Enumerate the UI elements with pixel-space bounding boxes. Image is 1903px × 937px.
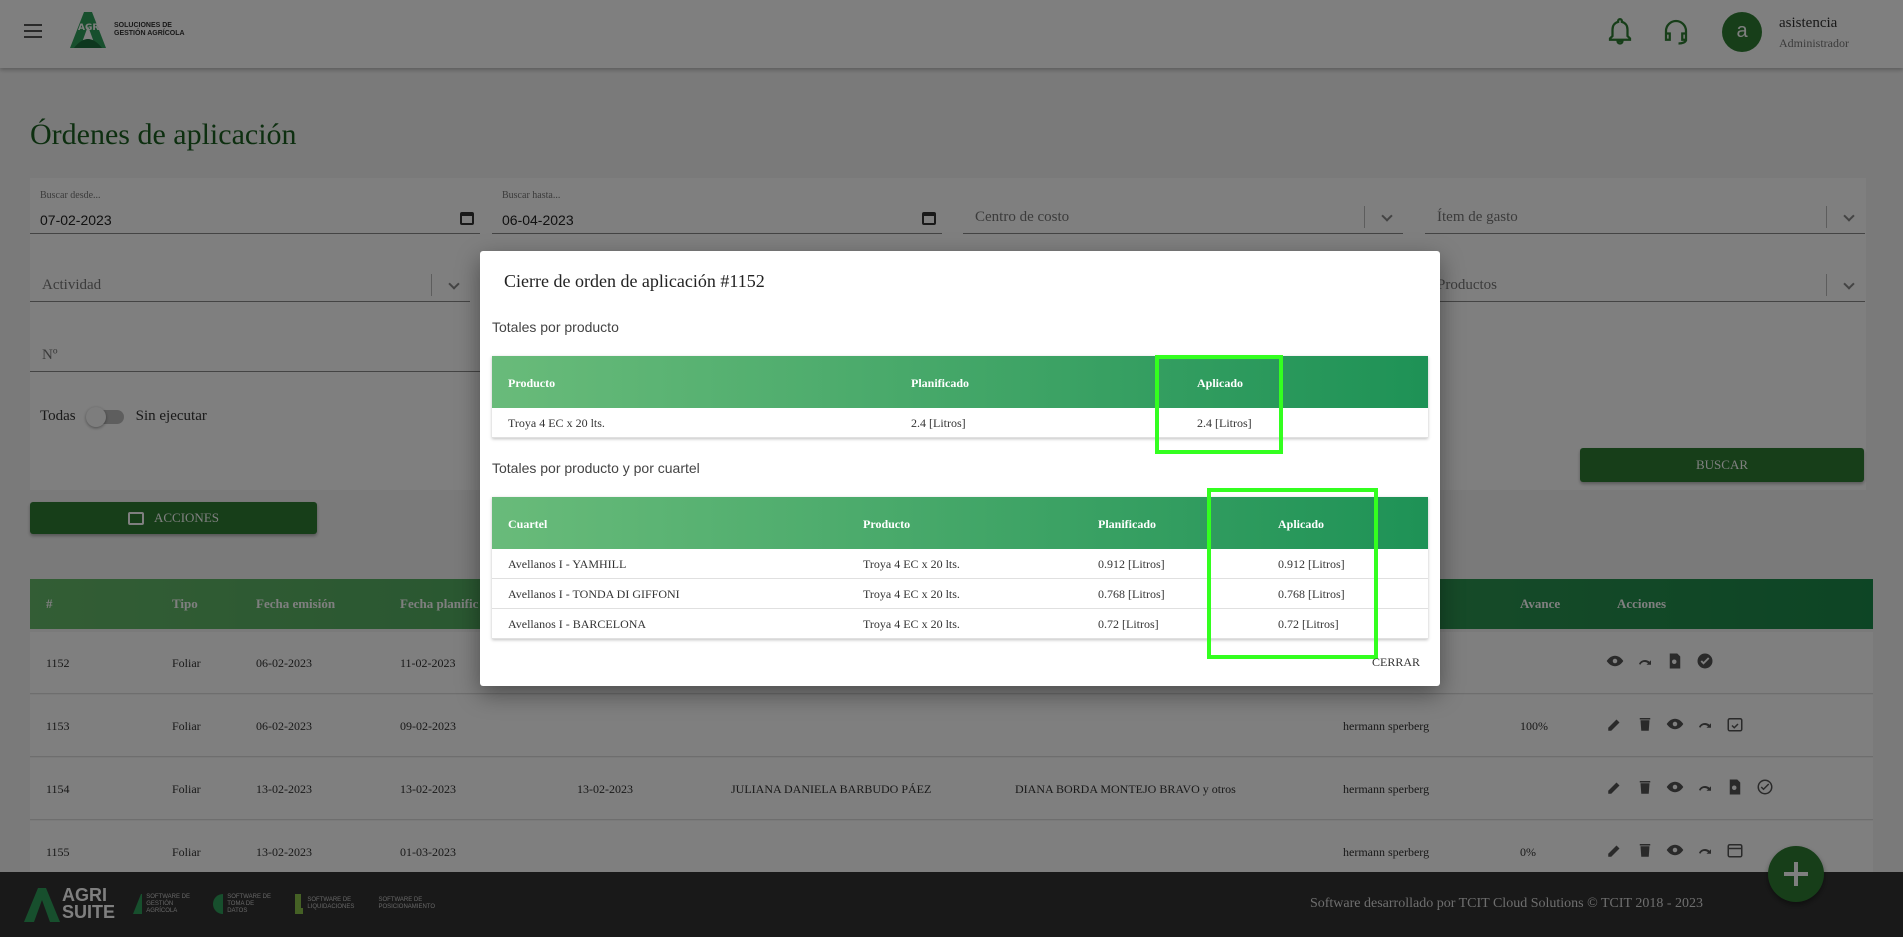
totals-table-header: Producto Planificado Aplicado [492,356,1428,408]
cell-block: Avellanos I - YAMHILL [508,557,627,571]
applied-highlight-box [1207,488,1378,659]
col-planned: Planificado [911,376,970,390]
dialog-title: Cierre de orden de aplicación #1152 [504,271,765,291]
applied-highlight-box [1155,355,1283,454]
cell-product: Troya 4 EC x 20 lts. [863,617,960,631]
cell-block: Avellanos I - TONDA DI GIFFONI [508,587,680,601]
section-totals-by-block: Totales por producto y por cuartel [492,460,700,476]
totals-by-product-table: Producto Planificado Aplicado Troya 4 EC… [492,356,1428,438]
col-block: Cuartel [508,517,548,531]
cell-planned: 0.72 [Litros] [1098,617,1159,631]
cell-planned: 2.4 [Litros] [911,416,966,430]
cell-product: Troya 4 EC x 20 lts. [863,557,960,571]
section-totals-by-product: Totales por producto [492,319,619,335]
cell-block: Avellanos I - BARCELONA [508,617,647,631]
cell-planned: 0.912 [Litros] [1098,557,1165,571]
close-button[interactable]: CERRAR [1372,655,1420,670]
table-row: Troya 4 EC x 20 lts. 2.4 [Litros] 2.4 [L… [492,408,1428,438]
cell-planned: 0.768 [Litros] [1098,587,1165,601]
col-planned: Planificado [1098,517,1157,531]
col-product: Producto [863,517,911,531]
col-product: Producto [508,376,556,390]
cell-product: Troya 4 EC x 20 lts. [508,416,605,430]
cell-product: Troya 4 EC x 20 lts. [863,587,960,601]
close-order-dialog: Cierre de orden de aplicación #1152 Tota… [480,251,1440,686]
